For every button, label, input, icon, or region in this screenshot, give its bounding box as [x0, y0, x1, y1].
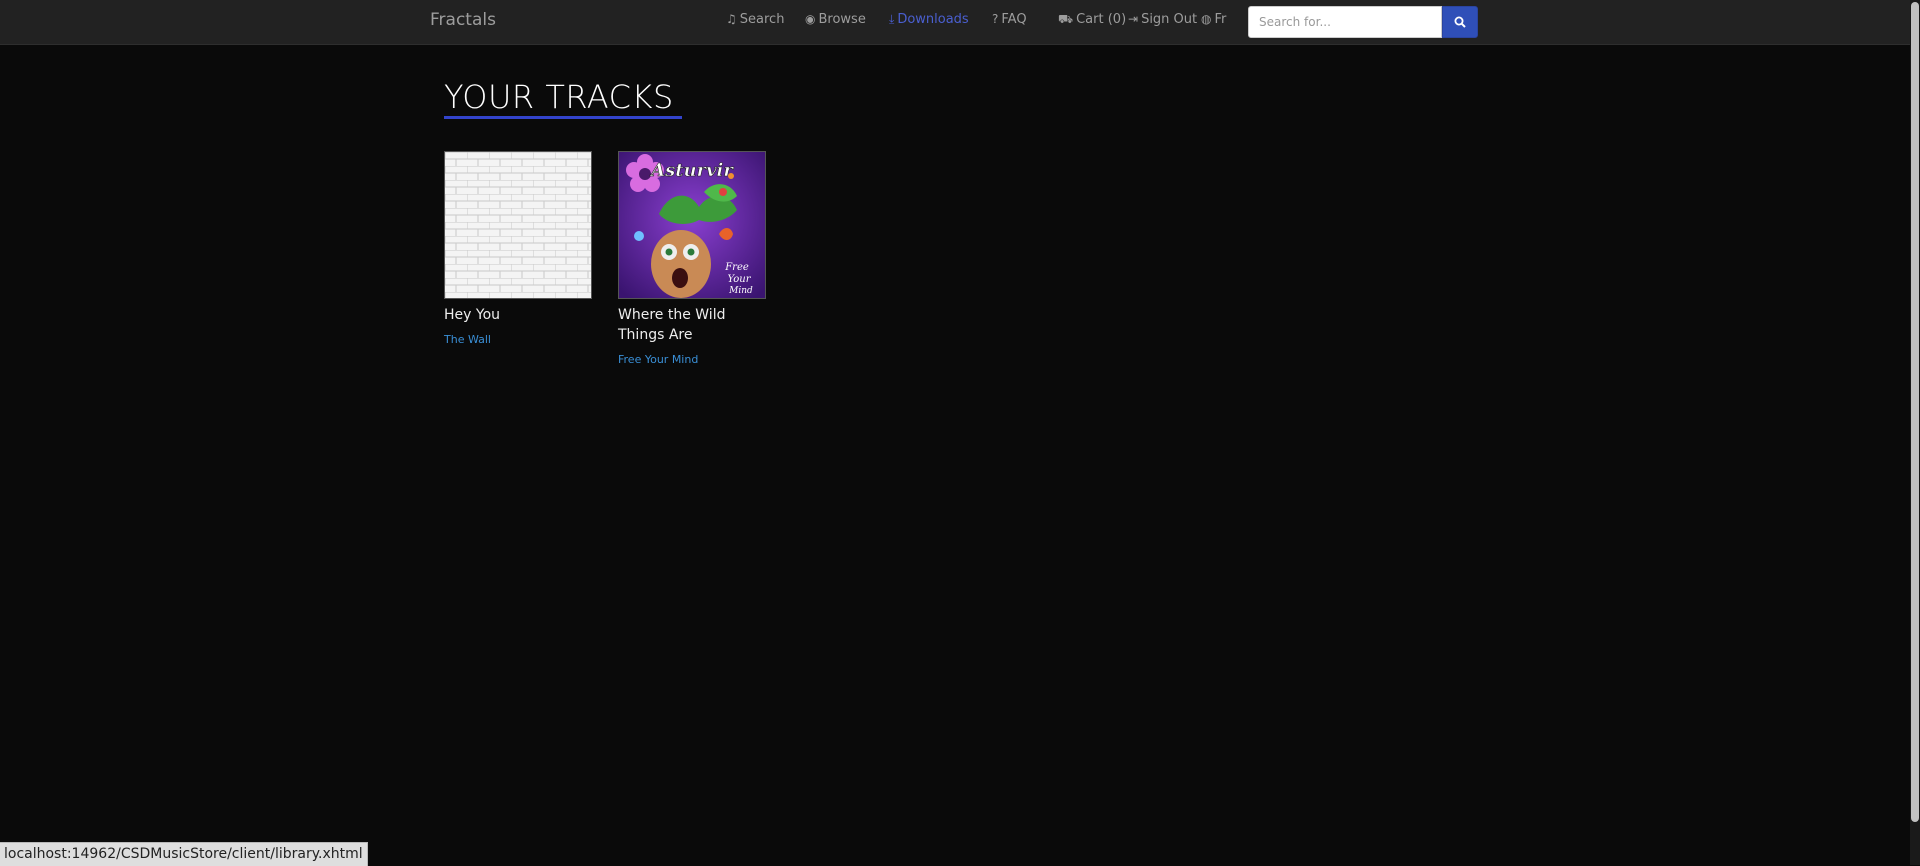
track-title: Where the Wild Things Are [618, 307, 726, 343]
brick-wall-image [445, 152, 591, 298]
nav-sign-out-label: Sign Out [1141, 12, 1198, 27]
svg-text:Mind: Mind [728, 286, 753, 296]
search-icon [1454, 16, 1466, 28]
scrollbar-thumb[interactable] [1911, 2, 1919, 822]
download-icon: ⤓ [889, 12, 895, 26]
sign-out-icon: ⇥ [1128, 12, 1139, 26]
eye-icon: ◉ [805, 12, 816, 26]
brand-link[interactable]: Fractals [430, 10, 496, 30]
title-underline [444, 116, 682, 119]
nav-cart-label: Cart (0) [1076, 12, 1127, 27]
nav-browse[interactable]: ◉ Browse [805, 12, 866, 27]
album-link[interactable]: Free Your Mind [618, 353, 766, 366]
page-title: YOUR TRACKS [444, 78, 674, 116]
nav-sign-out[interactable]: ⇥ Sign Out [1128, 12, 1197, 27]
search-button[interactable] [1442, 6, 1478, 38]
album-cover-brick-wall[interactable] [444, 151, 592, 299]
nav-faq[interactable]: ? FAQ [992, 12, 1027, 27]
music-icon: ♫ [726, 12, 737, 26]
nav-downloads-label: Downloads [897, 12, 969, 27]
top-navbar: Fractals ♫ Search ◉ Browse ⤓ Downloads ? FAQ… [0, 0, 1910, 45]
globe-icon: ◍ [1201, 12, 1212, 26]
nav-search-label: Search [739, 12, 785, 27]
nav-search[interactable]: ♫ Search [726, 12, 784, 27]
nav-language-label: Fr [1214, 12, 1227, 27]
svg-text:Free: Free [724, 262, 749, 273]
album-cover-free-your-mind[interactable]: Asturvir Free Your Mind [618, 151, 766, 299]
track-card: Hey You The Wall [444, 151, 592, 346]
nav-downloads[interactable]: ⤓ Downloads [889, 12, 969, 27]
track-card: Asturvir Free Your Mind Where the Wild T… [618, 151, 766, 366]
nav-faq-label: FAQ [1001, 12, 1027, 27]
nav-cart[interactable]: ⛟ Cart (0) [1058, 12, 1126, 28]
album-art-lettering: Asturvir [649, 160, 734, 181]
nav-browse-label: Browse [818, 12, 866, 27]
question-circle-icon: ? [992, 12, 999, 26]
search-input[interactable] [1248, 6, 1442, 38]
status-bar-url: localhost:14962/CSDMusicStore/client/lib… [0, 842, 368, 866]
nav-language[interactable]: ◍ Fr [1201, 12, 1226, 27]
svg-text:Your: Your [728, 274, 752, 285]
track-title: Hey You [444, 307, 501, 323]
album-art-image: Asturvir Free Your Mind [619, 152, 765, 298]
album-link[interactable]: The Wall [444, 333, 592, 346]
cart-icon: ⛟ [1058, 12, 1074, 26]
